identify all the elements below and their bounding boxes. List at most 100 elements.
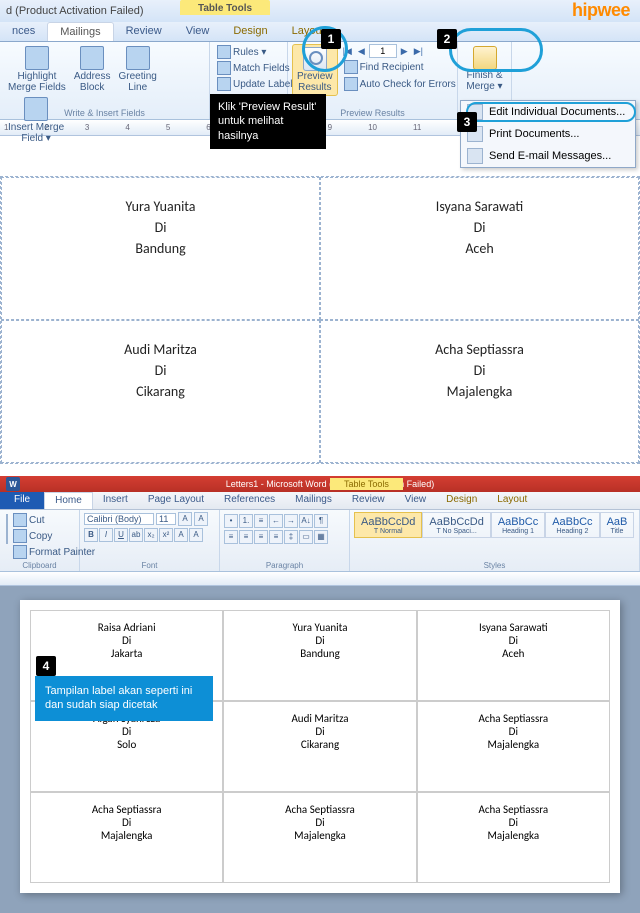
finish-icon <box>473 46 497 70</box>
style-label: Heading 2 <box>552 528 592 535</box>
label-name: Audi Maritza <box>12 339 309 360</box>
outdent-button[interactable]: ← <box>269 514 283 528</box>
next-record-button[interactable]: ▶ <box>399 46 410 57</box>
style-tile[interactable]: AaBbCcHeading 1 <box>491 512 545 538</box>
finish-merge-dropdown: Edit Individual Documents... Print Docum… <box>460 100 636 168</box>
style-label: Title <box>607 528 628 535</box>
style-sample: AaBbCcDd <box>361 516 415 528</box>
font-select[interactable]: Calibri (Body) <box>84 513 154 525</box>
style-sample: AaBbCc <box>498 516 538 528</box>
label-name: Acha Septiassra <box>228 803 411 816</box>
finish-merge-button[interactable]: Finish & Merge ▾ <box>462 44 506 94</box>
auto-check-errors-button[interactable]: Auto Check for Errors <box>341 76 459 92</box>
label-city: Majalengka <box>331 381 628 402</box>
paste-button[interactable] <box>6 514 8 544</box>
label-name: Isyana Sarawati <box>422 621 605 634</box>
numbering-button[interactable]: 1. <box>239 514 253 528</box>
rules-icon <box>217 45 231 59</box>
view-tab[interactable]: View <box>395 492 437 509</box>
references-tab[interactable]: References <box>214 492 285 509</box>
insert-tab[interactable]: Insert <box>93 492 138 509</box>
greeting-line-button[interactable]: Greeting Line <box>115 44 161 95</box>
multilevel-button[interactable]: ≡ <box>254 514 268 528</box>
strike-button[interactable]: ab <box>129 528 143 542</box>
sort-button[interactable]: A↓ <box>299 514 313 528</box>
bold-button[interactable]: B <box>84 528 98 542</box>
show-marks-button[interactable]: ¶ <box>314 514 328 528</box>
table-tools-tag: Table Tools <box>180 0 270 15</box>
preview-results-button[interactable]: Preview Results <box>292 44 338 96</box>
borders-button[interactable]: ▦ <box>314 530 328 544</box>
highlight-merge-fields-button[interactable]: Highlight Merge Fields <box>4 44 70 95</box>
match-icon <box>217 61 231 75</box>
ruler-bottom <box>0 572 640 586</box>
rules-button[interactable]: Rules ▾ <box>214 44 269 60</box>
ruler-mark: 10 <box>368 123 377 132</box>
address-icon <box>80 46 104 70</box>
insert-merge-field-button[interactable]: Insert Merge Field ▾ <box>4 95 68 146</box>
style-label: Heading 1 <box>498 528 538 535</box>
label-city: Majalengka <box>35 829 218 842</box>
find-recipient-button[interactable]: Find Recipient <box>341 59 459 75</box>
file-tab[interactable]: File <box>0 492 44 509</box>
review-tab[interactable]: Review <box>342 492 395 509</box>
font-color-button[interactable]: A <box>189 528 203 542</box>
match-fields-button[interactable]: Match Fields <box>214 60 293 76</box>
style-tile[interactable]: AaBTitle <box>600 512 635 538</box>
print-documents-item[interactable]: Print Documents... <box>461 123 635 145</box>
layout-tab[interactable]: Layout <box>487 492 537 509</box>
align-center-button[interactable]: ≡ <box>239 530 253 544</box>
bullets-button[interactable]: • <box>224 514 238 528</box>
first-record-button[interactable]: |◀ <box>341 46 354 57</box>
pagelayout-tab[interactable]: Page Layout <box>138 492 214 509</box>
font-size-select[interactable]: 11 <box>156 513 176 525</box>
address-block-button[interactable]: Address Block <box>70 44 115 95</box>
send-email-messages-item[interactable]: Send E-mail Messages... <box>461 145 635 167</box>
mailings-tab[interactable]: Mailings <box>285 492 342 509</box>
label-name: Isyana Sarawati <box>331 196 628 217</box>
subscript-button[interactable]: x₂ <box>144 528 158 542</box>
tab-review[interactable]: Review <box>114 22 174 41</box>
email-icon <box>467 148 483 164</box>
home-tab[interactable]: Home <box>44 492 93 509</box>
tab-nces[interactable]: nces <box>0 22 47 41</box>
superscript-button[interactable]: x² <box>159 528 173 542</box>
underline-button[interactable]: U <box>114 528 128 542</box>
label-name: Yura Yuanita <box>12 196 309 217</box>
style-tile[interactable]: AaBbCcDdT Normal <box>354 512 422 538</box>
style-tile[interactable]: AaBbCcDdT No Spaci... <box>422 512 490 538</box>
label-at: Di <box>35 725 218 738</box>
record-number-input[interactable] <box>369 44 397 58</box>
group-clipboard: Clipboard <box>0 561 79 570</box>
label-cell: Audi MaritzaDiCikarang <box>223 701 416 792</box>
last-record-button[interactable]: ▶| <box>412 46 425 57</box>
indent-button[interactable]: → <box>284 514 298 528</box>
tab-design[interactable]: Design <box>221 22 279 41</box>
marker-4: 4 <box>36 656 56 676</box>
align-right-button[interactable]: ≡ <box>254 530 268 544</box>
justify-button[interactable]: ≡ <box>269 530 283 544</box>
ribbon-tabs-bottom: File Home Insert Page Layout References … <box>0 492 640 510</box>
italic-button[interactable]: I <box>99 528 113 542</box>
marker-1: 1 <box>321 29 341 49</box>
label-city: Majalengka <box>228 829 411 842</box>
shading-button[interactable]: ▭ <box>299 530 313 544</box>
edit-individual-documents-item[interactable]: Edit Individual Documents... <box>461 101 635 123</box>
label-name: Acha Septiassra <box>331 339 628 360</box>
highlight-button[interactable]: A <box>174 528 188 542</box>
line-spacing-button[interactable]: ‡ <box>284 530 298 544</box>
style-tile[interactable]: AaBbCcHeading 2 <box>545 512 599 538</box>
update-labels-button[interactable]: Update Label <box>214 76 296 92</box>
table-tools-tag-bottom: Table Tools <box>330 478 403 490</box>
label-at: Di <box>35 634 218 647</box>
tab-mailings[interactable]: Mailings <box>47 22 113 41</box>
design-tab[interactable]: Design <box>436 492 487 509</box>
prev-record-button[interactable]: ◀ <box>356 46 367 57</box>
tab-view[interactable]: View <box>174 22 222 41</box>
align-left-button[interactable]: ≡ <box>224 530 238 544</box>
shrink-font-button[interactable]: A <box>194 512 208 526</box>
grow-font-button[interactable]: A <box>178 512 192 526</box>
label-at: Di <box>228 725 411 738</box>
document-area-top: Yura YuanitaDiBandungIsyana SarawatiDiAc… <box>0 136 640 464</box>
label-cell: Yura YuanitaDiBandung <box>223 610 416 701</box>
